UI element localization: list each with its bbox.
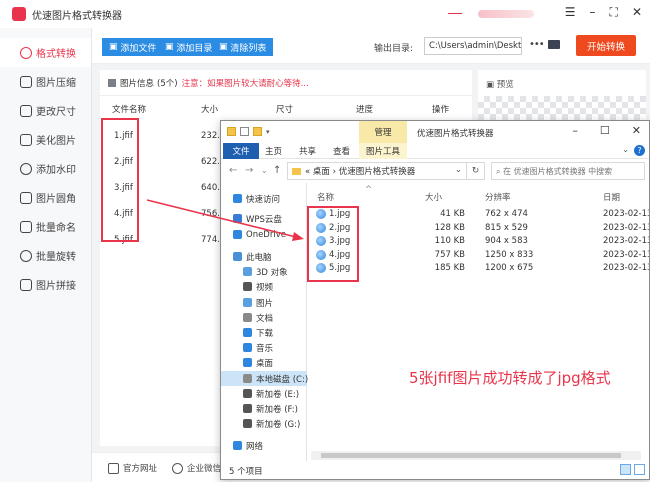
annotation-arrow (146, 199, 304, 241)
